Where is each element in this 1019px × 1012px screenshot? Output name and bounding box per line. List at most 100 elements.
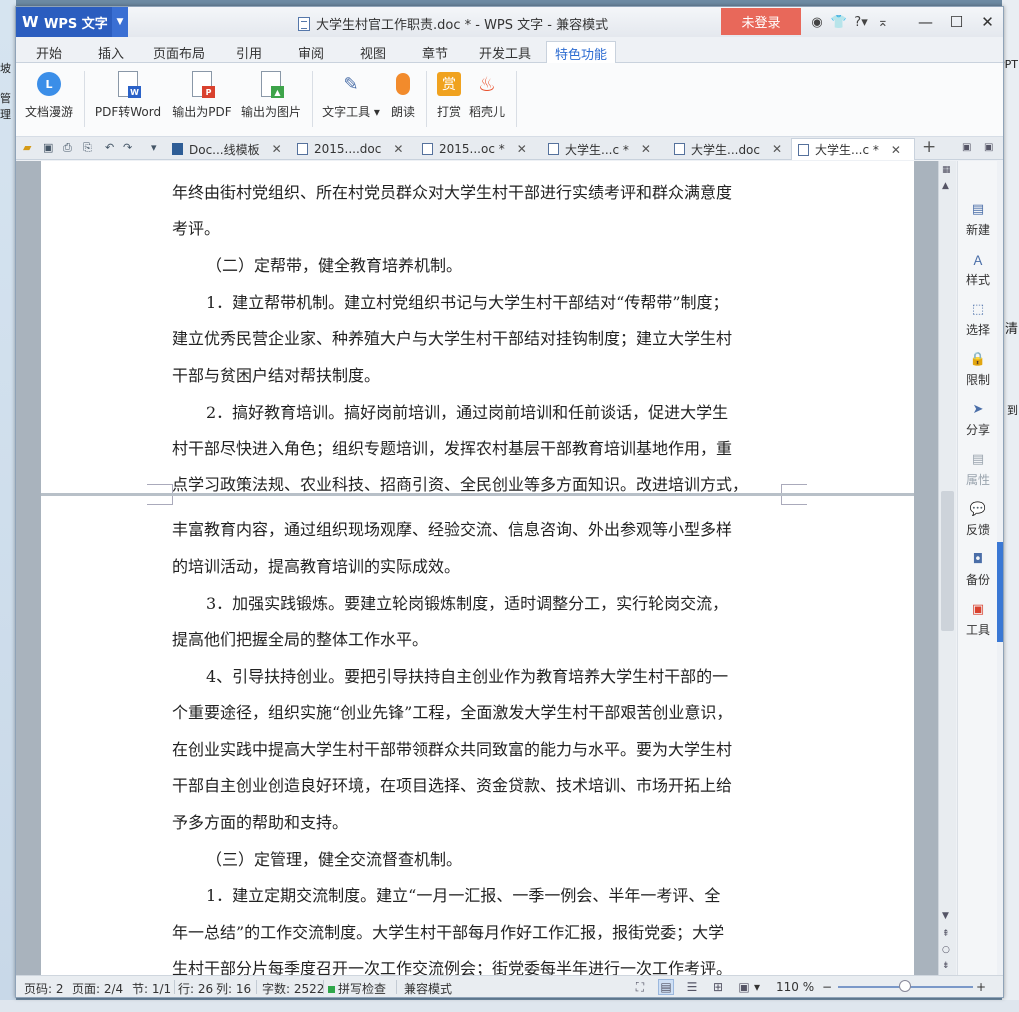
export-image-button[interactable]: ▲ 输出为图片 [240,69,302,120]
status-pages[interactable]: 页面: 2/4 [72,980,123,997]
tab-list-icon[interactable]: ▣ [962,142,971,153]
skin-icon[interactable]: ◉ [806,15,828,30]
tab-view[interactable]: 视图 [350,41,396,63]
shirt-icon[interactable]: 👕 [828,15,850,30]
close-icon[interactable]: ✕ [772,142,782,156]
toolbox-icon: ▣ [971,601,985,617]
close-icon[interactable]: ✕ [641,142,651,156]
text-tools-button[interactable]: ✎ 文字工具 ▾ [320,69,382,120]
properties-icon: ▤ [971,451,985,467]
sidebar-item-restrict[interactable]: 🔒 限制 [958,351,998,388]
new-tab-icon[interactable]: + [922,137,936,157]
app-menu-button[interactable]: W WPS 文字 ▼ [16,7,128,37]
doc-tab[interactable]: 2015....doc ✕ [291,138,413,160]
doc-tab[interactable]: 大学生...doc ✕ [668,138,792,160]
next-page-icon[interactable]: ⇟ [942,961,950,971]
quick-access-dropdown-icon[interactable]: ▾ [151,141,157,154]
status-section[interactable]: 节: 1/1 [132,980,171,997]
zoom-out-icon[interactable]: − [822,980,832,994]
collapse-ribbon-icon[interactable]: ⌅ [872,15,894,30]
page[interactable]: 年终由街村党组织、所在村党员群众对大学生村干部进行实绩考评和群众满意度 考评。 … [41,161,914,494]
spell-check-label: 拼写检查 [338,982,387,996]
status-row: 行: 26 [178,982,214,996]
document-canvas[interactable]: 年终由街村党组织、所在村党员群众对大学生村干部进行实绩考评和群众满意度 考评。 … [16,161,938,978]
page-view-icon[interactable]: ▤ [658,979,674,995]
split-view-icon[interactable]: ▦ [942,165,951,175]
doc-tab[interactable]: Doc...线模板 ✕ [166,138,288,160]
lock-icon: 🔒 [969,351,987,367]
chevron-down-icon[interactable]: ▼ [112,7,128,37]
close-icon[interactable]: ✕ [393,142,403,156]
scroll-down-icon[interactable]: ▼ [942,911,949,921]
doc-roam-button[interactable]: L 文档漫游 [24,69,74,120]
chat-bubble-icon: 💬 [969,501,987,517]
select-cursor-icon: ⬚ [971,301,985,317]
tab-page-layout[interactable]: 页面布局 [148,41,210,63]
full-screen-icon[interactable]: ⛶ [632,979,648,995]
window-controls: — ☐ ✕ [910,7,1003,37]
tab-insert[interactable]: 插入 [88,41,134,63]
tab-chapter[interactable]: 章节 [412,41,458,63]
tab-developer[interactable]: 开发工具 [474,41,536,63]
sidebar-item-properties[interactable]: ▤ 属性 [958,451,998,488]
tab-home[interactable]: 开始 [26,41,72,63]
vertical-scrollbar[interactable]: ▦ ▲ ▼ ⇞ ○ ⇟ [938,161,956,975]
docer-button[interactable]: ♨ 稻壳儿 [466,69,508,120]
redo-icon[interactable]: ↷ [123,141,132,154]
read-aloud-label: 朗读 [390,105,415,119]
sidebar-item-share[interactable]: ➤ 分享 [958,401,998,438]
sidebar-item-select[interactable]: ⬚ 选择 [958,301,998,338]
pdf-to-word-label: PDF转Word [94,105,162,119]
previous-page-icon[interactable]: ⇞ [942,929,950,939]
select-browse-object-icon[interactable]: ○ [942,945,950,955]
doc-tab[interactable]: 2015...oc * ✕ [416,138,540,160]
open-folder-icon[interactable]: ▰ [23,141,31,154]
sidebar-item-new[interactable]: ▤ 新建 [958,201,998,238]
save-icon[interactable]: ▣ [43,141,53,154]
close-icon[interactable]: ✕ [891,143,901,157]
status-word-count[interactable]: 字数: 2522 [262,980,324,997]
read-aloud-button[interactable]: 朗读 [386,69,420,120]
sidebar-item-tools[interactable]: ▣ 工具 [958,601,998,638]
sidebar-item-style[interactable]: Ａ 样式 [958,251,998,288]
ribbon-separator [426,71,427,127]
reward-button[interactable]: 赏 打赏 [432,69,466,120]
web-view-icon[interactable]: ⊞ [710,979,726,995]
zoom-in-icon[interactable]: + [976,980,986,994]
login-button[interactable]: 未登录 [721,8,801,35]
ribbon-separator [312,71,313,127]
doc-roam-label: 文档漫游 [24,105,73,119]
text-line: 1．建立定期交流制度。建立“一月一汇报、一季一例会、半年一考评、全 [206,886,721,905]
doc-tab-active[interactable]: 大学生...c * ✕ [791,138,915,160]
text-line: 的培训活动，提高教育培训的实际成效。 [172,557,461,576]
help-icon[interactable]: ?▾ [850,15,872,30]
scrollbar-thumb[interactable] [941,491,954,631]
pdf-to-word-button[interactable]: W PDF转Word [94,69,162,120]
print-icon[interactable]: ⎙ [63,141,72,155]
outline-view-icon[interactable]: ☰ [684,979,700,995]
close-icon[interactable]: ✕ [517,142,527,156]
zoom-slider-handle[interactable] [899,980,911,992]
print-preview-icon[interactable]: ⎘ [83,141,92,155]
tab-review[interactable]: 审阅 [288,41,334,63]
doc-tab[interactable]: 大学生...c * ✕ [542,138,666,160]
zoom-level[interactable]: 110 % [776,980,814,994]
status-page-number[interactable]: 页码: 2 [24,980,64,997]
undo-icon[interactable]: ↶ [105,141,114,154]
tab-references[interactable]: 引用 [226,41,272,63]
export-pdf-button[interactable]: P 输出为PDF [172,69,232,120]
sidebar-item-backup[interactable]: ◘ 备份 [958,551,998,588]
minimize-icon[interactable]: — [910,7,941,37]
tab-special-features[interactable]: 特色功能 [546,41,616,64]
sidebar-item-label: 属性 [965,473,990,487]
sidebar-item-feedback[interactable]: 💬 反馈 [958,501,998,538]
close-icon[interactable]: ✕ [972,7,1003,37]
close-icon[interactable]: ✕ [272,142,282,156]
page[interactable]: 丰富教育内容，通过组织现场观摩、经验交流、信息咨询、外出参观等小型多样 的培训活… [41,496,914,978]
scroll-up-icon[interactable]: ▲ [942,181,949,191]
tab-expand-icon[interactable]: ▣ [984,142,993,153]
reading-mode-icon[interactable]: ▣ [736,979,752,995]
status-spell-check[interactable]: 拼写检查 [328,980,386,997]
view-mode-dropdown-icon[interactable]: ▾ [754,980,760,994]
maximize-icon[interactable]: ☐ [941,7,972,37]
